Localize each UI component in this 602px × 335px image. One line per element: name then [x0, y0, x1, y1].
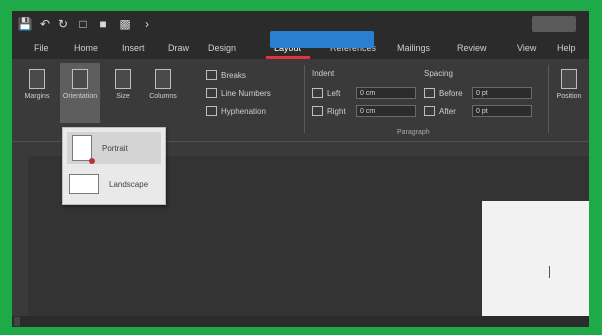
- margins-button[interactable]: Margins: [20, 69, 54, 125]
- columns-button[interactable]: Columns: [144, 69, 182, 125]
- spacing-title: Spacing: [424, 69, 453, 78]
- status-bar: [12, 316, 589, 327]
- tab-home[interactable]: Home: [74, 41, 98, 55]
- portrait-icon: [72, 135, 95, 164]
- indent-left-input[interactable]: 0 cm: [356, 87, 416, 99]
- line-numbers-icon: [206, 88, 217, 98]
- undo-icon[interactable]: ↶: [38, 16, 52, 32]
- size-icon: [115, 69, 131, 89]
- indent-right-input[interactable]: 0 cm: [356, 105, 416, 117]
- document-page[interactable]: [482, 201, 589, 327]
- line-numbers-button[interactable]: Line Numbers: [206, 87, 271, 99]
- more-icon[interactable]: ›: [140, 16, 154, 32]
- paragraph-group-label: Paragraph: [397, 129, 430, 136]
- tab-view[interactable]: View: [517, 41, 536, 55]
- position-button[interactable]: Position: [552, 69, 586, 125]
- columns-icon: [155, 69, 171, 89]
- account-button[interactable]: [532, 16, 576, 32]
- indent-title: Indent: [312, 69, 335, 78]
- tab-file[interactable]: File: [34, 41, 49, 55]
- orientation-button[interactable]: Orientation: [60, 63, 100, 123]
- vertical-ruler: [12, 156, 28, 327]
- tab-mailings[interactable]: Mailings: [397, 41, 430, 55]
- landscape-option[interactable]: Landscape: [67, 168, 161, 200]
- indent-right-icon: [312, 106, 323, 116]
- status-page-indicator[interactable]: [14, 317, 20, 326]
- spacing-after-label: After: [424, 105, 456, 117]
- spacing-after-icon: [424, 106, 435, 116]
- open-folder-icon[interactable]: ■: [96, 16, 110, 32]
- print-preview-icon[interactable]: ▩: [118, 16, 132, 32]
- tab-help[interactable]: Help: [557, 41, 576, 55]
- indent-right-label: Right: [312, 105, 346, 117]
- indent-left-label: Left: [312, 87, 340, 99]
- redo-icon[interactable]: ↻: [56, 16, 70, 32]
- portrait-option[interactable]: Portrait: [67, 132, 161, 164]
- tooltip: [270, 31, 374, 48]
- margins-icon: [29, 69, 45, 89]
- indent-left-icon: [312, 88, 323, 98]
- spacing-before-icon: [424, 88, 435, 98]
- save-icon[interactable]: 💾: [18, 16, 33, 32]
- new-document-icon[interactable]: □: [76, 16, 90, 32]
- group-divider: [304, 65, 305, 133]
- spacing-after-input[interactable]: 0 pt: [472, 105, 532, 117]
- hyphenation-icon: [206, 106, 217, 116]
- tab-review[interactable]: Review: [457, 41, 487, 55]
- breaks-icon: [206, 70, 217, 80]
- position-icon: [561, 69, 577, 89]
- tab-design[interactable]: Design: [208, 41, 236, 55]
- tab-insert[interactable]: Insert: [122, 41, 145, 55]
- text-cursor: [549, 266, 550, 278]
- landscape-icon: [69, 174, 99, 194]
- spacing-before-input[interactable]: 0 pt: [472, 87, 532, 99]
- tab-draw[interactable]: Draw: [168, 41, 189, 55]
- spacing-before-label: Before: [424, 87, 463, 99]
- orientation-dropdown: Portrait Landscape: [62, 127, 166, 205]
- hyphenation-button[interactable]: Hyphenation: [206, 105, 266, 117]
- breaks-button[interactable]: Breaks: [206, 69, 246, 81]
- orientation-icon: [72, 69, 88, 89]
- size-button[interactable]: Size: [108, 69, 138, 125]
- group-divider: [548, 65, 549, 133]
